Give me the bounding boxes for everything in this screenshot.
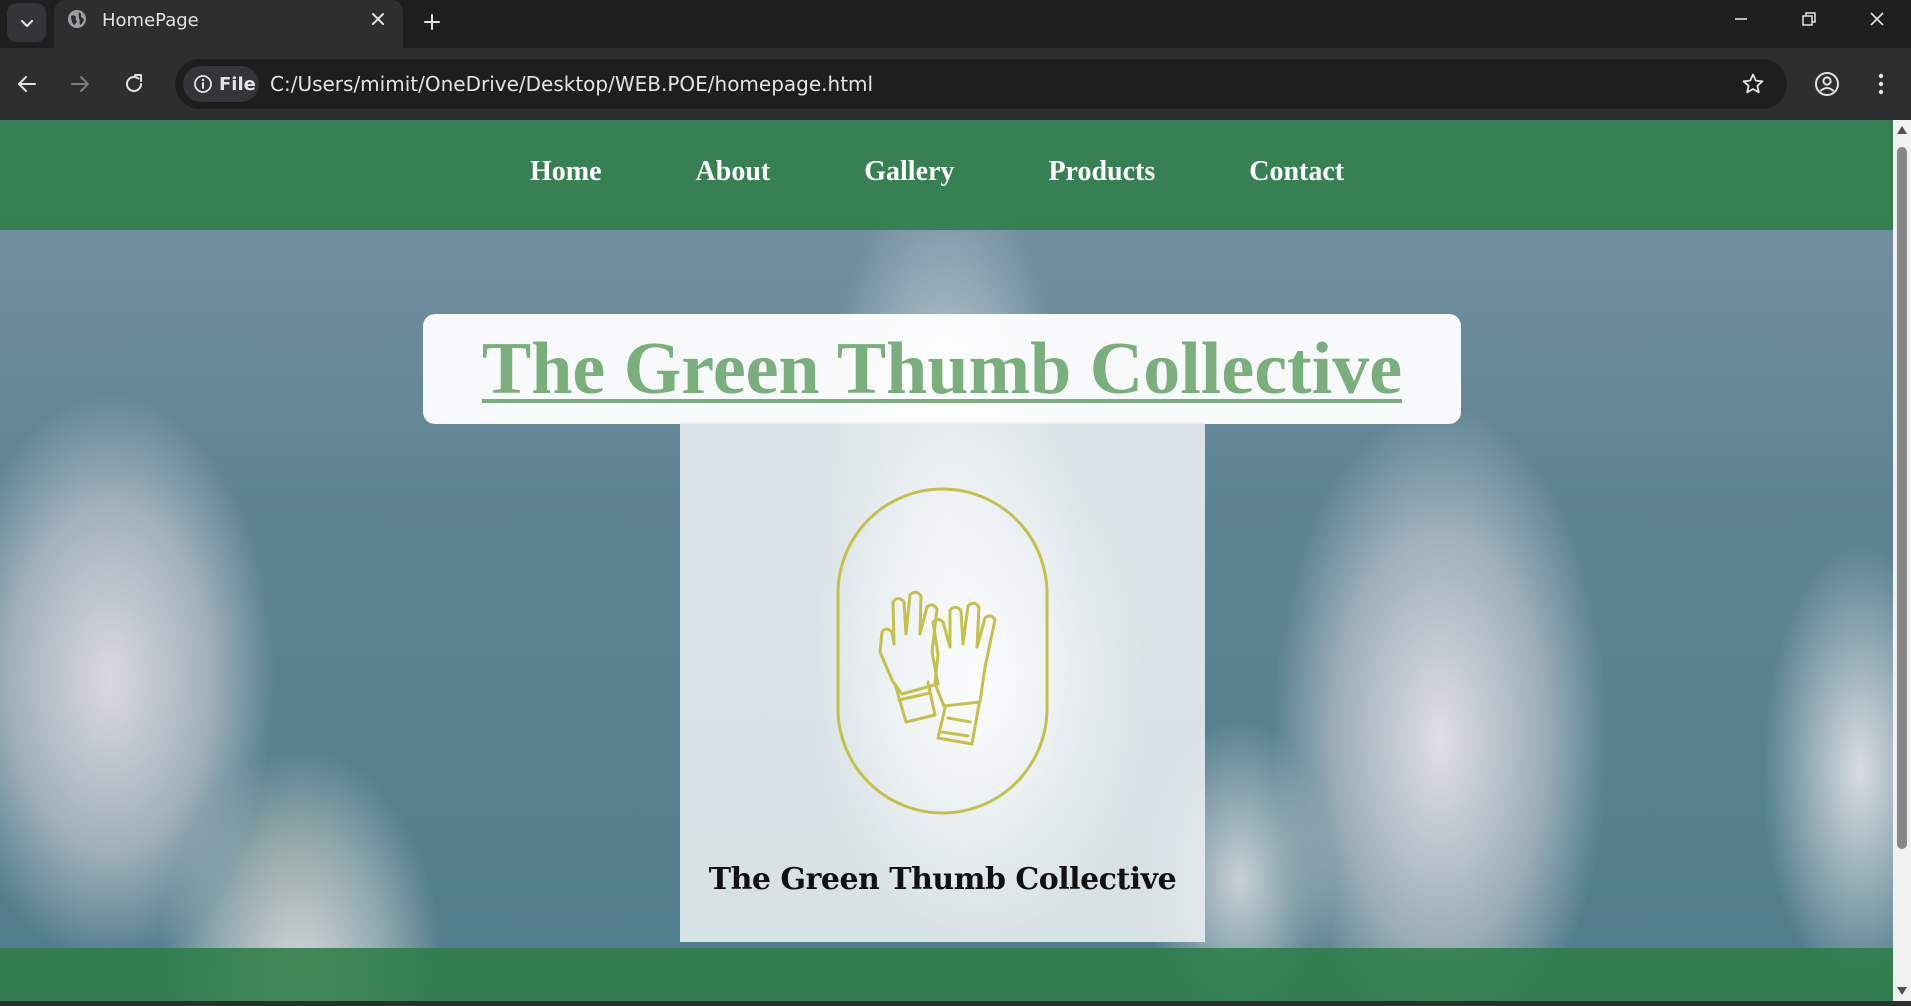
star-icon: [1742, 73, 1764, 94]
nav-link-home[interactable]: Home: [530, 156, 602, 188]
new-tab-button[interactable]: [416, 6, 448, 38]
site-chip-label: File: [219, 73, 256, 95]
scrollbar-thumb[interactable]: [1897, 147, 1907, 849]
page-viewport: Home About Gallery Products Contact The …: [0, 120, 1893, 1001]
restore-icon: [1802, 12, 1816, 26]
page-scrollbar[interactable]: [1893, 120, 1911, 1001]
close-icon: [372, 13, 384, 25]
nav-link-contact[interactable]: Contact: [1249, 156, 1344, 188]
menu-button[interactable]: [1859, 62, 1903, 106]
close-window-button[interactable]: [1843, 0, 1911, 38]
browser-tab-active[interactable]: HomePage: [54, 0, 403, 48]
minimize-button[interactable]: [1707, 0, 1775, 38]
browser-toolbar: File C:/Users/mimit/OneDrive/Desktop/WEB…: [0, 48, 1911, 120]
tab-title: HomePage: [102, 10, 199, 31]
forward-button[interactable]: [58, 62, 102, 106]
kebab-menu-icon: [1878, 73, 1884, 95]
window-bottom-edge: [0, 1001, 1911, 1006]
close-icon: [1870, 12, 1884, 26]
site-title[interactable]: The Green Thumb Collective: [482, 332, 1402, 406]
nav-link-gallery[interactable]: Gallery: [864, 156, 954, 188]
logo-card: The Green Thumb Collective: [680, 422, 1205, 942]
chevron-down-icon: [20, 19, 33, 27]
title-box: The Green Thumb Collective: [423, 314, 1461, 424]
browser-tab-bar: HomePage: [0, 0, 1911, 48]
restore-button[interactable]: [1775, 0, 1843, 38]
info-icon: [194, 75, 212, 93]
nav-menu: Home About Gallery Products Contact: [530, 156, 1344, 188]
site-navbar: Home About Gallery Products Contact: [0, 120, 1893, 230]
arrow-left-icon: [18, 76, 36, 92]
profile-icon: [1815, 72, 1839, 96]
bookmark-button[interactable]: [1739, 70, 1767, 98]
arrow-right-icon: [71, 76, 89, 92]
minimize-icon: [1735, 18, 1747, 20]
back-button[interactable]: [5, 62, 49, 106]
reload-icon: [126, 74, 142, 92]
url-text[interactable]: C:/Users/mimit/OneDrive/Desktop/WEB.POE/…: [270, 72, 873, 96]
scroll-up-arrow-icon[interactable]: [1897, 126, 1907, 134]
scroll-down-arrow-icon[interactable]: [1897, 987, 1907, 995]
tab-close-button[interactable]: [367, 8, 389, 30]
nav-link-products[interactable]: Products: [1048, 156, 1155, 188]
address-bar[interactable]: File C:/Users/mimit/OneDrive/Desktop/WEB…: [175, 59, 1787, 109]
tab-search-button[interactable]: [7, 3, 46, 42]
logo-graphic: [836, 487, 1049, 815]
reload-button[interactable]: [112, 62, 156, 106]
footer-band: [0, 948, 1893, 1001]
plus-icon: [424, 14, 440, 30]
gardening-gloves-icon: [878, 590, 997, 746]
profile-button[interactable]: [1805, 62, 1849, 106]
nav-link-about[interactable]: About: [696, 156, 771, 188]
logo-wordmark: The Green Thumb Collective: [708, 862, 1177, 897]
site-info-button[interactable]: File: [183, 66, 259, 102]
globe-icon: [68, 10, 86, 28]
